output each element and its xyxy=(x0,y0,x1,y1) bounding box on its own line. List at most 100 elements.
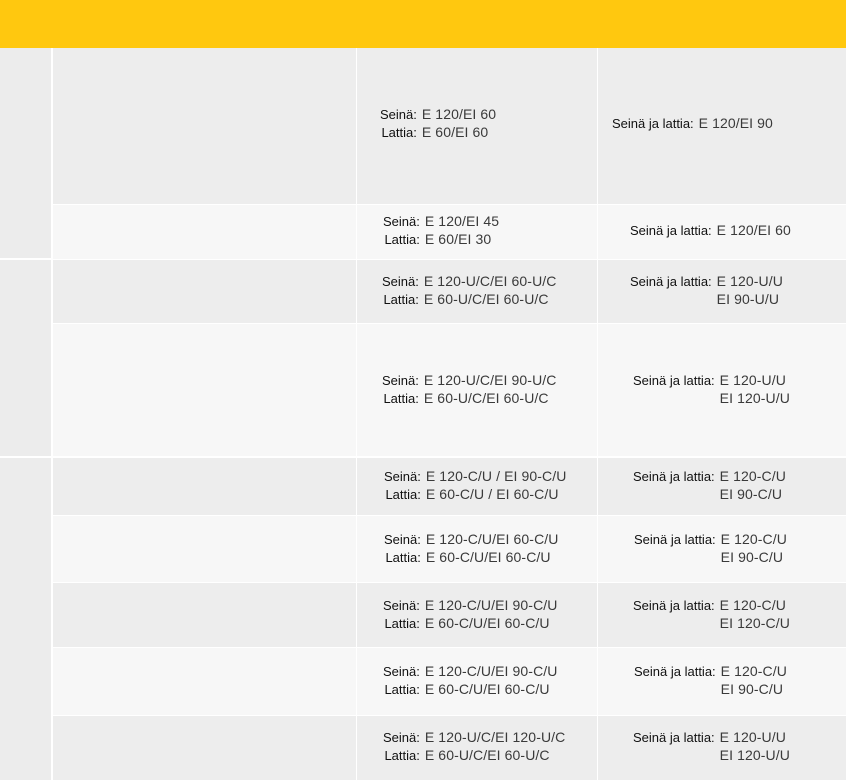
product-cell xyxy=(53,583,356,647)
wall-floor-label: Seinä ja lattia: xyxy=(630,274,712,289)
wall-floor-value-2: EI 120-C/U xyxy=(719,614,790,631)
floor-value: E 60-U/C/EI 60-U/C xyxy=(423,290,549,307)
group-cell-2 xyxy=(0,260,51,456)
wall-floor-label: Seinä ja lattia: xyxy=(633,730,715,745)
wall-label: Seinä: xyxy=(383,730,420,745)
floor-label: Lattia: xyxy=(381,124,417,140)
wall-floor-label: Seinä ja lattia: xyxy=(612,116,694,131)
wall-floor-cell: Seinä: Lattia: E 120-U/C/EI 120-U/C E 60-U… xyxy=(357,716,597,780)
wall-value: E 120-C/U / EI 90-C/U xyxy=(425,468,567,484)
floor-value: E 60-C/U/EI 60-C/U xyxy=(424,614,550,631)
wall-label: Seinä: xyxy=(382,373,419,388)
combined-cell: Seinä ja lattia: E 120-U/U EI 120-U/U xyxy=(598,716,846,780)
table-header-bar xyxy=(0,0,846,48)
column-divider xyxy=(356,48,357,780)
wall-label: Seinä: xyxy=(383,598,420,613)
floor-label: Lattia: xyxy=(385,486,421,502)
product-cell xyxy=(53,458,356,515)
wall-floor-value-1: E 120-U/U xyxy=(719,729,786,745)
wall-value: E 120-C/U/EI 90-C/U xyxy=(424,663,558,679)
wall-value: E 120/EI 60 xyxy=(421,106,497,122)
wall-label: Seinä: xyxy=(384,532,421,547)
wall-value: E 120/EI 45 xyxy=(424,213,500,229)
floor-value: E 60-C/U/EI 60-C/U xyxy=(425,548,551,565)
product-cell xyxy=(53,324,356,456)
floor-value: E 60-C/U / EI 60-C/U xyxy=(425,485,559,502)
wall-value: E 120-U/C/EI 60-U/C xyxy=(423,273,557,289)
floor-value: E 60-U/C/EI 60-U/C xyxy=(424,746,550,763)
wall-floor-cell: Seinä: Lattia: E 120-U/C/EI 60-U/C E 60-U/… xyxy=(357,260,597,323)
wall-floor-cell: Seinä: Lattia: E 120-C/U/EI 60-C/U E 60-C/… xyxy=(357,516,597,582)
combined-cell: Seinä ja lattia: E 120-U/U EI 90-U/U xyxy=(598,260,846,323)
wall-label: Seinä: xyxy=(383,664,420,679)
combined-cell: Seinä ja lattia: E 120-C/U EI 90-C/U xyxy=(598,648,846,715)
wall-floor-value-2: EI 120-U/U xyxy=(719,746,790,763)
combined-cell: Seinä ja lattia: E 120/EI 90 xyxy=(598,48,846,204)
wall-label: Seinä: xyxy=(384,469,421,484)
table-row: Seinä: Lattia: E 120/EI 45 E 60/EI 30 Sein… xyxy=(53,205,846,259)
combined-cell: Seinä ja lattia: E 120-C/U EI 120-C/U xyxy=(598,583,846,647)
wall-value: E 120-U/C/EI 90-U/C xyxy=(423,372,557,388)
product-cell xyxy=(53,716,356,780)
combined-cell: Seinä ja lattia: E 120-C/U EI 90-C/U xyxy=(598,516,846,582)
floor-value: E 60/EI 60 xyxy=(421,123,489,140)
wall-label: Seinä: xyxy=(380,107,417,122)
table-row: Seinä: Lattia: E 120-U/C/EI 120-U/C E 60-U… xyxy=(53,716,846,780)
combined-cell: Seinä ja lattia: E 120-U/U EI 120-U/U xyxy=(598,324,846,456)
table-row: Seinä: Lattia: E 120/EI 60 E 60/EI 60 Sein… xyxy=(53,48,846,204)
wall-value: E 120-U/C/EI 120-U/C xyxy=(424,729,566,745)
wall-floor-value-1: E 120-C/U xyxy=(720,531,787,547)
wall-label: Seinä: xyxy=(382,274,419,289)
wall-floor-value-1: E 120-C/U xyxy=(719,468,786,484)
floor-value: E 60/EI 30 xyxy=(424,230,492,247)
wall-floor-value-1: E 120-U/U xyxy=(716,273,783,289)
table-row: Seinä: Lattia: E 120-C/U/EI 90-C/U E 60-C/… xyxy=(53,583,846,647)
wall-value: E 120-C/U/EI 90-C/U xyxy=(424,597,558,613)
wall-floor-value-1: E 120-C/U xyxy=(719,597,786,613)
wall-floor-value-2: EI 90-C/U xyxy=(720,680,784,697)
combined-cell: Seinä ja lattia: E 120/EI 60 xyxy=(598,205,846,259)
wall-floor-label: Seinä ja lattia: xyxy=(630,223,712,238)
product-cell xyxy=(53,648,356,715)
wall-floor-label: Seinä ja lattia: xyxy=(634,664,716,679)
wall-label: Seinä: xyxy=(383,214,420,229)
wall-floor-value-2: EI 120-U/U xyxy=(719,389,790,406)
column-divider xyxy=(597,48,598,780)
floor-label: Lattia: xyxy=(383,291,419,307)
table-row: Seinä: Lattia: E 120-C/U/EI 60-C/U E 60-C/… xyxy=(53,516,846,582)
wall-floor-cell: Seinä: Lattia: E 120-C/U/EI 90-C/U E 60-C/… xyxy=(357,648,597,715)
wall-floor-label: Seinä ja lattia: xyxy=(634,532,716,547)
product-cell xyxy=(53,516,356,582)
floor-label: Lattia: xyxy=(384,615,420,631)
floor-value: E 60-U/C/EI 60-U/C xyxy=(423,389,549,406)
wall-floor-value: E 120/EI 90 xyxy=(698,115,773,131)
table-row: Seinä: Lattia: E 120-U/C/EI 90-U/C E 60-U/… xyxy=(53,324,846,456)
wall-floor-label: Seinä ja lattia: xyxy=(633,469,715,484)
floor-value: E 60-C/U/EI 60-C/U xyxy=(424,680,550,697)
floor-label: Lattia: xyxy=(384,231,420,247)
wall-floor-label: Seinä ja lattia: xyxy=(633,373,715,388)
wall-floor-value-2: EI 90-U/U xyxy=(716,290,780,307)
wall-value: E 120-C/U/EI 60-C/U xyxy=(425,531,559,547)
wall-floor-cell: Seinä: Lattia: E 120/EI 60 E 60/EI 60 xyxy=(357,48,597,204)
floor-label: Lattia: xyxy=(384,681,420,697)
table-row: Seinä: Lattia: E 120-U/C/EI 60-U/C E 60-U/… xyxy=(53,260,846,323)
product-cell xyxy=(53,260,356,323)
floor-label: Lattia: xyxy=(384,747,420,763)
group-cell-1 xyxy=(0,48,51,258)
wall-floor-cell: Seinä: Lattia: E 120-C/U / EI 90-C/U E 60-… xyxy=(357,458,597,515)
product-cell xyxy=(53,205,356,259)
product-cell xyxy=(53,48,356,204)
combined-cell: Seinä ja lattia: E 120-C/U EI 90-C/U xyxy=(598,458,846,515)
group-cell-3 xyxy=(0,458,51,780)
wall-floor-value-1: E 120-U/U xyxy=(719,372,786,388)
wall-floor-label: Seinä ja lattia: xyxy=(633,598,715,613)
table-row: Seinä: Lattia: E 120-C/U / EI 90-C/U E 60-… xyxy=(53,458,846,515)
wall-floor-cell: Seinä: Lattia: E 120-C/U/EI 90-C/U E 60-C/… xyxy=(357,583,597,647)
wall-floor-cell: Seinä: Lattia: E 120/EI 45 E 60/EI 30 xyxy=(357,205,597,259)
wall-floor-value-1: E 120-C/U xyxy=(720,663,787,679)
table-row: Seinä: Lattia: E 120-C/U/EI 90-C/U E 60-C/… xyxy=(53,648,846,715)
wall-floor-value: E 120/EI 60 xyxy=(716,222,791,238)
floor-label: Lattia: xyxy=(385,549,421,565)
wall-floor-cell: Seinä: Lattia: E 120-U/C/EI 90-U/C E 60-U/… xyxy=(357,324,597,456)
